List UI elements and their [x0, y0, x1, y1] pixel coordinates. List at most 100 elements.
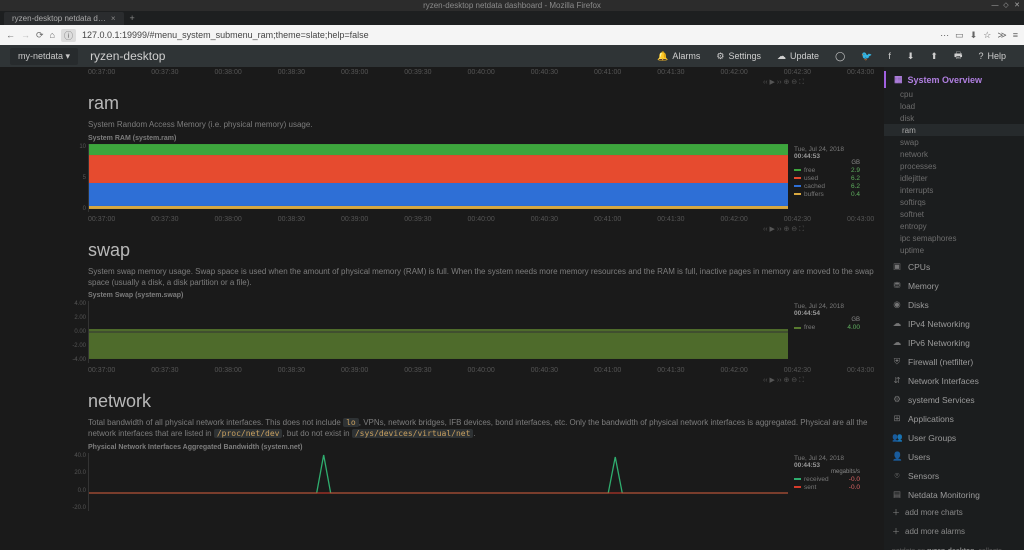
sidebar: ▦ System Overview cpuloaddiskramswapnetw…: [884, 67, 1024, 550]
twitter-icon[interactable]: 🐦: [853, 51, 880, 62]
yaxis-swap: 4.002.000.00-2.00-4.00: [76, 301, 88, 363]
chart-controls[interactable]: ‹‹ ▶ ›› ⊕ ⊖ ⛶: [40, 225, 884, 234]
section-desdesc-network: Total bandwidth of all physical network …: [88, 418, 878, 440]
sidebar-major-sensors[interactable]: ⌾Sensors: [884, 467, 1024, 484]
chart-subtitle-ram: System RAM (system.ram): [88, 135, 884, 142]
sidebar-item-processes[interactable]: processes: [884, 160, 1024, 172]
home-icon[interactable]: ⌂: [50, 30, 55, 40]
section-icon: 👤: [892, 451, 902, 462]
nav-back-icon[interactable]: ←: [6, 30, 15, 40]
add-more-alarms[interactable]: ＋add more alarms: [884, 522, 1024, 541]
sidebar-item-uptime[interactable]: uptime: [884, 244, 1024, 256]
plus-icon: ＋: [892, 526, 900, 537]
more-icon[interactable]: ⋯: [940, 30, 949, 41]
section-icon: ⛃: [892, 280, 902, 291]
section-icon: ⌾: [892, 470, 902, 481]
print-icon[interactable]: 🖶: [946, 48, 971, 64]
section-icon: ◉: [892, 299, 902, 310]
browser-tab-strip: ryzen-desktop netdata d… × +: [0, 11, 1024, 25]
main-content: 00:37:0000:37:3000:38:0000:38:3000:39:00…: [30, 67, 884, 550]
url-field[interactable]: 127.0.0.1:19999/#menu_system_submenu_ram…: [82, 30, 934, 40]
chart-controls[interactable]: ‹‹ ▶ ›› ⊕ ⊖ ⛶: [40, 78, 884, 87]
window-maximize-icon[interactable]: ◇: [1002, 1, 1010, 9]
sidebar-major-ipv4-networking[interactable]: ☁IPv4 Networking: [884, 315, 1024, 332]
sidebar-item-idlejitter[interactable]: idlejitter: [884, 172, 1024, 184]
section-desc-swap: System swap memory usage. Swap space is …: [88, 267, 878, 289]
upload-icon[interactable]: ⬆: [922, 51, 946, 62]
sidebar-major-memory[interactable]: ⛃Memory: [884, 277, 1024, 294]
reload-icon[interactable]: ⟳: [36, 30, 44, 41]
update-button[interactable]: ☁Update: [769, 51, 827, 62]
info-icon[interactable]: ⓘ: [61, 29, 76, 42]
sidebar-footer: netdata on ryzen-desktop, collects every…: [884, 541, 1024, 550]
section-title-ram: ram: [88, 93, 884, 114]
section-icon: ☁: [892, 337, 902, 348]
section-desc-ram: System Random Access Memory (i.e. physic…: [88, 120, 878, 131]
timeline-row: 00:37:0000:37:3000:38:0000:38:3000:39:00…: [40, 214, 884, 225]
menu-icon[interactable]: ≡: [1013, 30, 1018, 40]
browser-toolbar: ← → ⟳ ⌂ ⓘ 127.0.0.1:19999/#menu_system_s…: [0, 25, 1024, 45]
sidebar-item-interrupts[interactable]: interrupts: [884, 184, 1024, 196]
bookmark-icon[interactable]: ☆: [983, 30, 991, 41]
tab-close-icon[interactable]: ×: [111, 14, 116, 23]
yaxis-ram: 1050: [76, 144, 88, 212]
window-close-icon[interactable]: ✕: [1013, 1, 1021, 9]
reader-icon[interactable]: ▭: [955, 30, 964, 41]
sidebar-item-ipc-semaphores[interactable]: ipc semaphores: [884, 232, 1024, 244]
section-icon: 👥: [892, 432, 902, 443]
legend-ram: Tue, Jul 24, 2018 00:44:53 GB free2.9 us…: [788, 144, 860, 212]
sidebar-item-swap[interactable]: swap: [884, 136, 1024, 148]
sidebar-item-load[interactable]: load: [884, 100, 1024, 112]
sidebar-item-ram[interactable]: ram: [884, 124, 1024, 136]
sidebar-item-softirqs[interactable]: softirqs: [884, 196, 1024, 208]
sidebar-item-disk[interactable]: disk: [884, 112, 1024, 124]
yaxis-network: 40.020.00.0-20.0: [76, 453, 88, 511]
swap-chart[interactable]: [88, 301, 788, 363]
sidebar-major-disks[interactable]: ◉Disks: [884, 296, 1024, 313]
facebook-icon[interactable]: f: [880, 51, 899, 61]
sidebar-major-users[interactable]: 👤Users: [884, 448, 1024, 465]
code-lo: lo: [343, 418, 359, 427]
section-icon: ⚙: [892, 394, 902, 405]
cloud-download-icon: ☁: [777, 51, 786, 62]
my-netdata-dropdown[interactable]: my-netdata ▾: [10, 48, 78, 65]
new-tab-button[interactable]: +: [124, 11, 141, 25]
nav-forward-icon[interactable]: →: [21, 30, 30, 40]
sidebar-overview[interactable]: ▦ System Overview: [884, 71, 1024, 88]
sidebar-item-softnet[interactable]: softnet: [884, 208, 1024, 220]
sidebar-major-firewall-netfilter-[interactable]: ⛨Firewall (netfilter): [884, 353, 1024, 370]
sidebar-major-user-groups[interactable]: 👥User Groups: [884, 429, 1024, 446]
sidebar-major-network-interfaces[interactable]: ⇵Network Interfaces: [884, 372, 1024, 389]
section-icon: ☁: [892, 318, 902, 329]
sidebar-major-systemd-services[interactable]: ⚙systemd Services: [884, 391, 1024, 408]
sidebar-major-cpus[interactable]: ▣CPUs: [884, 258, 1024, 275]
pocket-icon[interactable]: ⬇: [970, 30, 978, 41]
help-button[interactable]: ?Help: [970, 51, 1014, 61]
sidebar-icon[interactable]: ≫: [997, 30, 1006, 41]
help-icon: ?: [978, 51, 983, 61]
add-more-charts[interactable]: ＋add more charts: [884, 503, 1024, 522]
sidebar-major-netdata-monitoring[interactable]: ▤Netdata Monitoring: [884, 486, 1024, 503]
ram-chart[interactable]: [88, 144, 788, 212]
download-icon[interactable]: ⬇: [899, 51, 923, 62]
sidebar-item-cpu[interactable]: cpu: [884, 88, 1024, 100]
section-icon: ▤: [892, 489, 902, 500]
network-chart[interactable]: [88, 453, 788, 511]
settings-button[interactable]: ⚙Settings: [708, 51, 769, 62]
sidebar-item-entropy[interactable]: entropy: [884, 220, 1024, 232]
browser-tab[interactable]: ryzen-desktop netdata d… ×: [4, 12, 124, 25]
section-icon: ⛨: [892, 356, 902, 367]
window-minimize-icon[interactable]: —: [991, 1, 999, 9]
github-icon[interactable]: ◯: [827, 51, 853, 62]
section-title-network: network: [88, 391, 884, 412]
tab-title: ryzen-desktop netdata d…: [12, 14, 106, 23]
sidebar-major-ipv6-networking[interactable]: ☁IPv6 Networking: [884, 334, 1024, 351]
gear-icon: ⚙: [716, 51, 724, 62]
sidebar-major-applications[interactable]: ⊞Applications: [884, 410, 1024, 427]
chart-subtitle-network: Physical Network Interfaces Aggregated B…: [88, 444, 884, 451]
chart-controls[interactable]: ‹‹ ▶ ›› ⊕ ⊖ ⛶: [40, 376, 884, 385]
section-icon: ⊞: [892, 413, 902, 424]
chart-subtitle-swap: System Swap (system.swap): [88, 292, 884, 299]
alarms-button[interactable]: 🔔Alarms: [649, 51, 708, 62]
sidebar-item-network[interactable]: network: [884, 148, 1024, 160]
